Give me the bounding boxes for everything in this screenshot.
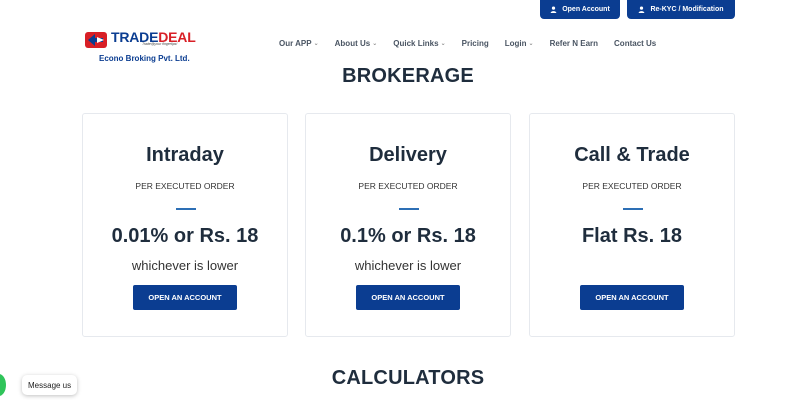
card-divider [176, 208, 196, 210]
nav-item-about-us[interactable]: About Us ⌄ [335, 39, 378, 48]
chevron-down-icon: ⌄ [372, 41, 378, 47]
calculators-heading: CALCULATORS [331, 367, 485, 389]
card-subtitle: PER EXECUTED ORDER [582, 181, 682, 191]
nav-label: About Us [334, 39, 371, 48]
nav-item-refer-n-earn[interactable]: Refer N Earn [550, 39, 598, 48]
card-title: Delivery [369, 144, 447, 166]
whatsapp-icon[interactable] [0, 374, 6, 396]
pricing-card-delivery: Delivery PER EXECUTED ORDER 0.1% or Rs. … [305, 113, 511, 337]
message-us-button[interactable]: Message us [22, 375, 78, 395]
company-name: Econo Broking Pvt. Ltd. [99, 54, 190, 63]
nav-label: Refer N Earn [549, 39, 599, 48]
tradedeal-logo-icon [85, 32, 107, 48]
nav-item-quick-links[interactable]: Quick Links ⌄ [393, 39, 445, 48]
card-divider [623, 208, 643, 210]
card-divider [399, 208, 419, 210]
logo-tagline: Trade@your fingertips! [142, 42, 178, 46]
nav-label: Pricing [461, 39, 489, 48]
nav-item-contact-us[interactable]: Contact Us [614, 39, 656, 48]
card-price: 0.01% or Rs. 18 [111, 225, 259, 247]
open-an-account-button[interactable]: OPEN AN ACCOUNT [580, 285, 684, 310]
user-icon [550, 6, 557, 13]
rekyc-button[interactable]: Re-KYC / Modification [627, 0, 735, 19]
chevron-down-icon: ⌄ [440, 41, 446, 47]
chevron-down-icon: ⌄ [313, 41, 319, 47]
card-title: Intraday [146, 144, 224, 166]
nav-label: Our APP [279, 39, 312, 48]
open-account-label: Open Account [562, 6, 610, 13]
card-subtitle: PER EXECUTED ORDER [358, 181, 458, 191]
card-subtitle: PER EXECUTED ORDER [135, 181, 235, 191]
card-price: 0.1% or Rs. 18 [340, 225, 476, 247]
card-note: whichever is lower [354, 258, 462, 273]
card-price: Flat Rs. 18 [581, 225, 683, 247]
nav-item-pricing[interactable]: Pricing [462, 39, 489, 48]
message-us-label: Message us [28, 380, 72, 390]
card-title: Call & Trade [574, 144, 690, 166]
nav-item-login[interactable]: Login ⌄ [505, 39, 534, 48]
rekyc-label: Re-KYC / Modification [650, 6, 724, 13]
site-logo[interactable]: TRADEDEAL Trade@your fingertips! Econo B… [84, 28, 214, 68]
nav-label: Login [504, 39, 527, 48]
nav-item-our-app[interactable]: Our APP ⌄ [279, 39, 319, 48]
nav-label: Contact Us [614, 39, 657, 48]
card-note: whichever is lower [131, 258, 239, 273]
pricing-card-call-and-trade: Call & Trade PER EXECUTED ORDER Flat Rs.… [529, 113, 735, 337]
pricing-card-intraday: Intraday PER EXECUTED ORDER 0.01% or Rs.… [82, 113, 288, 337]
open-account-button[interactable]: Open Account [540, 0, 620, 19]
chevron-down-icon: ⌄ [528, 41, 534, 47]
user-icon [639, 6, 645, 13]
open-an-account-button[interactable]: OPEN AN ACCOUNT [356, 285, 460, 310]
brokerage-heading: BROKERAGE [342, 65, 474, 87]
main-nav: Our APP ⌄ About Us ⌄ Quick Links ⌄ Pricing … [279, 39, 656, 48]
open-an-account-button[interactable]: OPEN AN ACCOUNT [133, 285, 237, 310]
nav-label: Quick Links [393, 39, 439, 48]
